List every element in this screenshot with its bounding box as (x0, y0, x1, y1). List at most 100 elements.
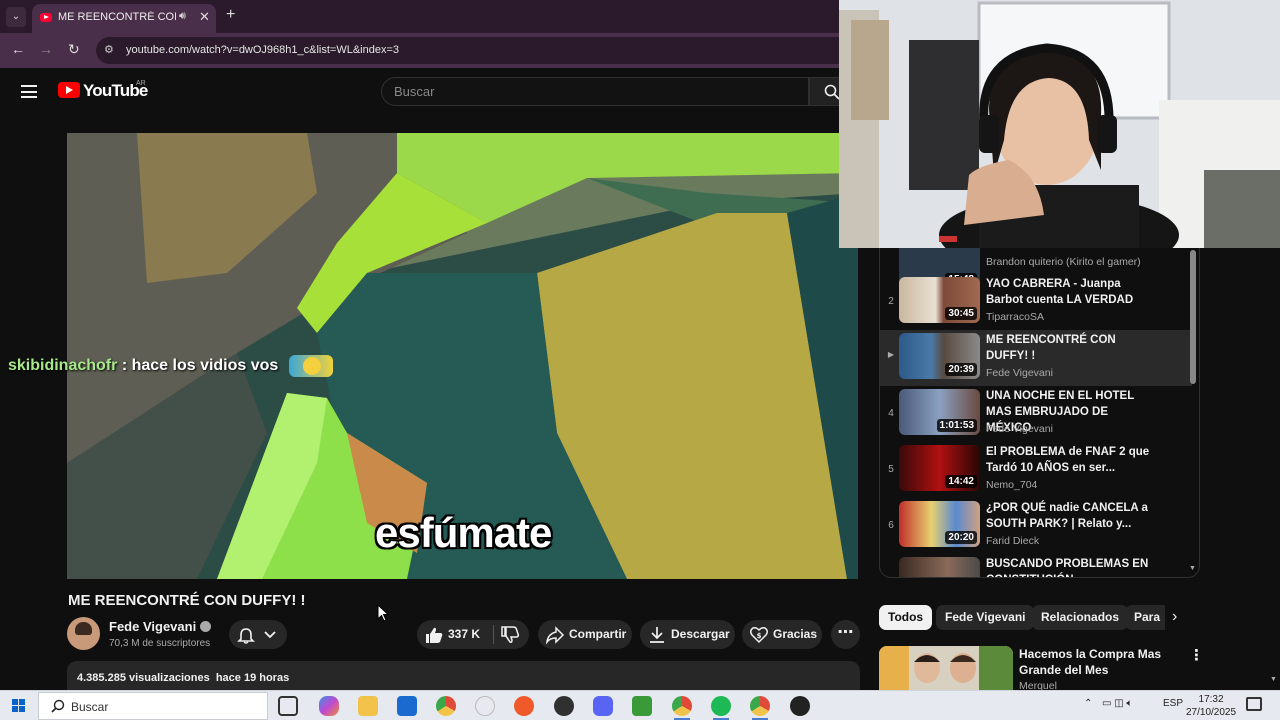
app-icon[interactable] (514, 696, 534, 716)
clock[interactable]: 17:32 27/10/2025 (1186, 693, 1236, 719)
playlist-thumbnail[interactable]: 20:39 (899, 333, 980, 379)
playlist-channel[interactable]: TiparracoSA (986, 311, 1044, 323)
menu-icon[interactable] (21, 85, 37, 98)
youtube-favicon-icon (40, 13, 52, 22)
word-app-icon[interactable] (475, 696, 495, 716)
playlist-channel[interactable]: Nemo_704 (986, 479, 1037, 491)
playlist-title[interactable]: BUSCANDO PROBLEMAS EN CONSTITUCIÓN (986, 556, 1156, 577)
playlist-channel[interactable]: Fede Vigevani (986, 423, 1053, 435)
recommendation-thumbnail[interactable] (879, 646, 1013, 690)
playlist-thumbnail[interactable]: 30:45 (899, 277, 980, 323)
webcam-frame (839, 0, 1280, 248)
playlist-item[interactable]: 5 14:42 El PROBLEMA de FNAF 2 que Tardó … (880, 444, 1192, 500)
chrome-icon[interactable] (436, 696, 456, 716)
chat-text: : hace los vidios vos (121, 357, 279, 375)
share-label: Compartir (569, 627, 627, 641)
thumbs-down-icon[interactable] (500, 626, 520, 644)
playlist-channel[interactable]: Farid Dieck (986, 535, 1039, 547)
playlist-item[interactable]: 2 30:45 YAO CABRERA - Juanpa Barbot cuen… (880, 276, 1192, 332)
share-button[interactable]: Compartir (538, 620, 632, 649)
spotify-icon[interactable] (711, 696, 731, 720)
country-code: AR (136, 80, 146, 87)
playlist-item[interactable]: 7 BUSCANDO PROBLEMAS EN CONSTITUCIÓN (880, 556, 1192, 577)
scroll-down-arrow-icon[interactable]: ▼ (1189, 565, 1196, 572)
description-box[interactable]: 4.385.285 visualizaciones hace 19 horas (67, 661, 860, 691)
microsoft-store-icon[interactable] (397, 696, 417, 716)
thumbs-up-icon[interactable] (424, 626, 444, 644)
youtube-logo-icon[interactable] (58, 82, 80, 98)
video-stats: 4.385.285 visualizaciones hace 19 horas (77, 672, 289, 684)
recommendation-title[interactable]: Hacemos la Compra Mas Grande del Mes (1019, 646, 1179, 678)
browser-tab[interactable]: ME REENCONTRÉ CON DUFFY! ! 🔊︎ ✕ (32, 4, 216, 33)
browser-tab-bar: ⌄ ME REENCONTRÉ CON DUFFY! ! 🔊︎ ✕ + (0, 0, 840, 33)
playlist-thumbnail[interactable]: 14:42 (899, 445, 980, 491)
forward-arrow-icon[interactable]: → (39, 41, 53, 57)
url-text: youtube.com/watch?v=dwOJ968h1_c&list=WL&… (126, 44, 400, 56)
speaker-icon[interactable]: 🔊︎ (179, 10, 186, 23)
notification-icon[interactable] (1246, 697, 1262, 711)
back-arrow-icon[interactable]: ← (11, 41, 25, 57)
search-input[interactable]: Buscar (381, 77, 809, 106)
channel-name-row[interactable]: Fede Vigevani (109, 619, 212, 634)
address-bar-row: ← → ↻ ⚙ youtube.com/watch?v=dwOJ968h1_c&… (0, 33, 840, 68)
new-tab-icon[interactable]: + (226, 6, 235, 24)
chrome-secondary-icon[interactable] (750, 696, 770, 720)
tab-search-button[interactable]: ⌄ (6, 7, 26, 27)
copilot-icon[interactable] (319, 696, 339, 716)
playlist-scrollbar[interactable] (1190, 250, 1196, 384)
chat-username: skibidinachofr (8, 357, 118, 375)
recommendation-channel[interactable]: Merquel (1019, 680, 1057, 690)
clock-time: 17:32 (1198, 694, 1224, 705)
playlist-index: 6 (888, 520, 894, 531)
playlist-channel[interactable]: Fede Vigevani (986, 367, 1053, 379)
chrome-profile-icon[interactable] (672, 696, 692, 720)
playlist-thumbnail[interactable]: 1:01:53 (899, 389, 980, 435)
chip-channel[interactable]: Fede Vigevani (936, 605, 1035, 630)
reload-icon[interactable]: ↻ (68, 41, 80, 58)
emote-icon (288, 355, 333, 377)
app-dark-icon[interactable] (790, 696, 810, 716)
task-view-icon[interactable] (278, 696, 298, 716)
like-count[interactable]: 337 K (448, 627, 480, 641)
channel-name[interactable]: Fede Vigevani (109, 619, 196, 634)
search-placeholder: Buscar (394, 84, 435, 99)
chip-para[interactable]: Para (1125, 605, 1165, 630)
more-actions-icon[interactable]: ⋯ (831, 620, 860, 649)
playlist-title[interactable]: ¿POR QUÉ nadie CANCELA a SOUTH PARK? | R… (986, 500, 1156, 532)
taskbar-search-input[interactable]: Buscar (38, 692, 268, 720)
subscription-bell-button[interactable] (229, 620, 287, 649)
obs-icon[interactable] (554, 696, 574, 716)
chevron-up-icon[interactable]: ⌃ (1084, 698, 1092, 709)
playlist-index: 2 (888, 296, 894, 307)
playlist-title[interactable]: YAO CABRERA - Juanpa Barbot cuenta LA VE… (986, 276, 1156, 308)
playlist-channel[interactable]: Brandon quiterio (Kirito el gamer) (986, 256, 1141, 268)
search-button[interactable] (809, 77, 840, 106)
chip-related[interactable]: Relacionados (1032, 605, 1129, 630)
windows-taskbar: Buscar ⌃ ▭ ◫ 🔈︎ ESP 17:32 27/10/2025 (0, 690, 1280, 720)
playlist-thumbnail[interactable]: 20:20 (899, 501, 980, 547)
playlist-thumbnail[interactable] (899, 557, 980, 577)
playlist-item-current[interactable]: ▶ 20:39 ME REENCONTRÉ CON DUFFY! ! Fede … (880, 330, 1192, 386)
thanks-button[interactable]: $ Gracias (742, 620, 822, 649)
file-explorer-icon[interactable] (358, 696, 378, 716)
chevron-right-icon[interactable]: › (1172, 608, 1177, 626)
language-indicator[interactable]: ESP (1163, 698, 1183, 709)
chip-todos[interactable]: Todos (879, 605, 933, 630)
minecraft-icon[interactable] (632, 696, 652, 716)
playlist-item[interactable]: 4 1:01:53 UNA NOCHE EN EL HOTEL MAS EMBR… (880, 388, 1192, 444)
page-scroll-down-arrow-icon[interactable]: ▼ (1270, 676, 1277, 683)
kebab-menu-icon[interactable]: ⋮ (1189, 646, 1204, 664)
site-info-icon[interactable]: ⚙ (104, 43, 114, 56)
url-field[interactable]: ⚙ youtube.com/watch?v=dwOJ968h1_c&list=W… (96, 37, 840, 64)
windows-start-icon[interactable] (12, 699, 26, 713)
video-title: ME REENCONTRÉ CON DUFFY! ! (68, 592, 306, 609)
playlist-title[interactable]: ME REENCONTRÉ CON DUFFY! ! (986, 332, 1156, 364)
discord-icon[interactable] (593, 696, 613, 716)
playlist-item[interactable]: 6 20:20 ¿POR QUÉ nadie CANCELA a SOUTH P… (880, 500, 1192, 556)
close-tab-icon[interactable]: ✕ (199, 9, 210, 25)
playlist-title[interactable]: El PROBLEMA de FNAF 2 que Tardó 10 AÑOS … (986, 444, 1156, 476)
channel-avatar[interactable] (67, 617, 100, 650)
upload-time: hace 19 horas (215, 672, 290, 684)
tray-icons[interactable]: ▭ ◫ 🔈︎ (1102, 698, 1132, 709)
download-button[interactable]: Descargar (640, 620, 735, 649)
